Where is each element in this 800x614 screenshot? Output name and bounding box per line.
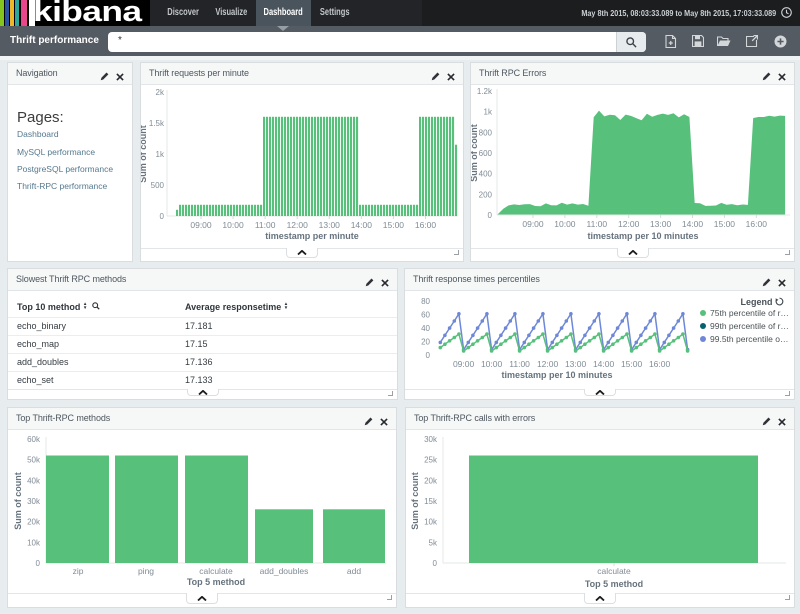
- svg-text:Top 5 method: Top 5 method: [187, 577, 245, 587]
- svg-text:Sum of count: Sum of count: [13, 472, 23, 530]
- svg-text:60: 60: [421, 311, 430, 320]
- svg-text:Sum of count: Sum of count: [410, 472, 420, 530]
- svg-text:80: 80: [421, 297, 430, 306]
- svg-text:20: 20: [421, 338, 430, 347]
- svg-text:add_doubles: add_doubles: [260, 566, 309, 576]
- svg-text:timestamp per 10 minutes: timestamp per 10 minutes: [587, 231, 698, 241]
- svg-text:15k: 15k: [424, 497, 438, 506]
- svg-text:16:00: 16:00: [415, 220, 437, 230]
- svg-text:13:00: 13:00: [565, 359, 587, 369]
- svg-text:12:00: 12:00: [287, 220, 309, 230]
- svg-text:ping: ping: [138, 566, 154, 576]
- svg-text:15:00: 15:00: [383, 220, 405, 230]
- svg-text:zip: zip: [73, 566, 84, 576]
- svg-text:add: add: [347, 566, 361, 576]
- svg-text:20k: 20k: [424, 476, 438, 485]
- svg-text:14:00: 14:00: [682, 219, 704, 229]
- svg-text:13:00: 13:00: [650, 219, 672, 229]
- svg-text:10:00: 10:00: [222, 220, 244, 230]
- svg-text:16:00: 16:00: [649, 359, 671, 369]
- svg-text:11:00: 11:00: [509, 359, 530, 369]
- svg-text:12:00: 12:00: [618, 219, 640, 229]
- svg-text:1k: 1k: [156, 150, 165, 159]
- svg-text:14:00: 14:00: [351, 220, 373, 230]
- svg-text:15:00: 15:00: [714, 219, 736, 229]
- svg-text:calculate: calculate: [597, 566, 631, 576]
- svg-text:calculate: calculate: [199, 566, 233, 576]
- svg-text:09:00: 09:00: [522, 219, 544, 229]
- svg-text:5k: 5k: [429, 538, 438, 547]
- svg-text:600: 600: [479, 149, 493, 158]
- svg-text:500: 500: [151, 181, 165, 190]
- svg-text:timestamp per 10 minutes: timestamp per 10 minutes: [501, 370, 612, 380]
- svg-text:1.2k: 1.2k: [477, 87, 493, 96]
- svg-text:40: 40: [421, 324, 430, 333]
- svg-text:30k: 30k: [27, 497, 41, 506]
- svg-text:12:00: 12:00: [537, 359, 559, 369]
- svg-text:40k: 40k: [27, 476, 41, 485]
- svg-text:0: 0: [36, 559, 41, 568]
- svg-text:30k: 30k: [424, 435, 438, 444]
- svg-text:10:00: 10:00: [554, 219, 576, 229]
- svg-text:60k: 60k: [27, 435, 41, 444]
- svg-text:400: 400: [479, 170, 493, 179]
- svg-text:timestamp per minute: timestamp per minute: [265, 231, 359, 241]
- svg-text:15:00: 15:00: [621, 359, 643, 369]
- svg-text:0: 0: [426, 351, 431, 360]
- svg-text:20k: 20k: [27, 518, 41, 527]
- svg-text:14:00: 14:00: [593, 359, 615, 369]
- svg-text:1.5k: 1.5k: [149, 119, 165, 128]
- svg-text:10k: 10k: [424, 518, 438, 527]
- svg-text:0: 0: [488, 211, 493, 220]
- svg-text:0: 0: [160, 212, 165, 221]
- svg-text:13:00: 13:00: [319, 220, 341, 230]
- svg-text:Sum of count: Sum of count: [141, 125, 148, 183]
- svg-text:1k: 1k: [484, 108, 493, 117]
- svg-text:0: 0: [433, 559, 438, 568]
- svg-text:200: 200: [479, 190, 493, 199]
- svg-text:11:00: 11:00: [255, 220, 276, 230]
- svg-text:Sum of count: Sum of count: [471, 124, 479, 182]
- svg-text:16:00: 16:00: [746, 219, 768, 229]
- svg-text:09:00: 09:00: [453, 359, 475, 369]
- svg-text:50k: 50k: [27, 456, 41, 465]
- svg-text:Top 5 method: Top 5 method: [585, 579, 643, 589]
- svg-text:10:00: 10:00: [481, 359, 503, 369]
- svg-text:2k: 2k: [156, 88, 165, 97]
- svg-text:09:00: 09:00: [190, 220, 212, 230]
- svg-text:25k: 25k: [424, 456, 438, 465]
- svg-text:800: 800: [479, 128, 493, 137]
- svg-text:11:00: 11:00: [586, 219, 607, 229]
- svg-text:10k: 10k: [27, 538, 41, 547]
